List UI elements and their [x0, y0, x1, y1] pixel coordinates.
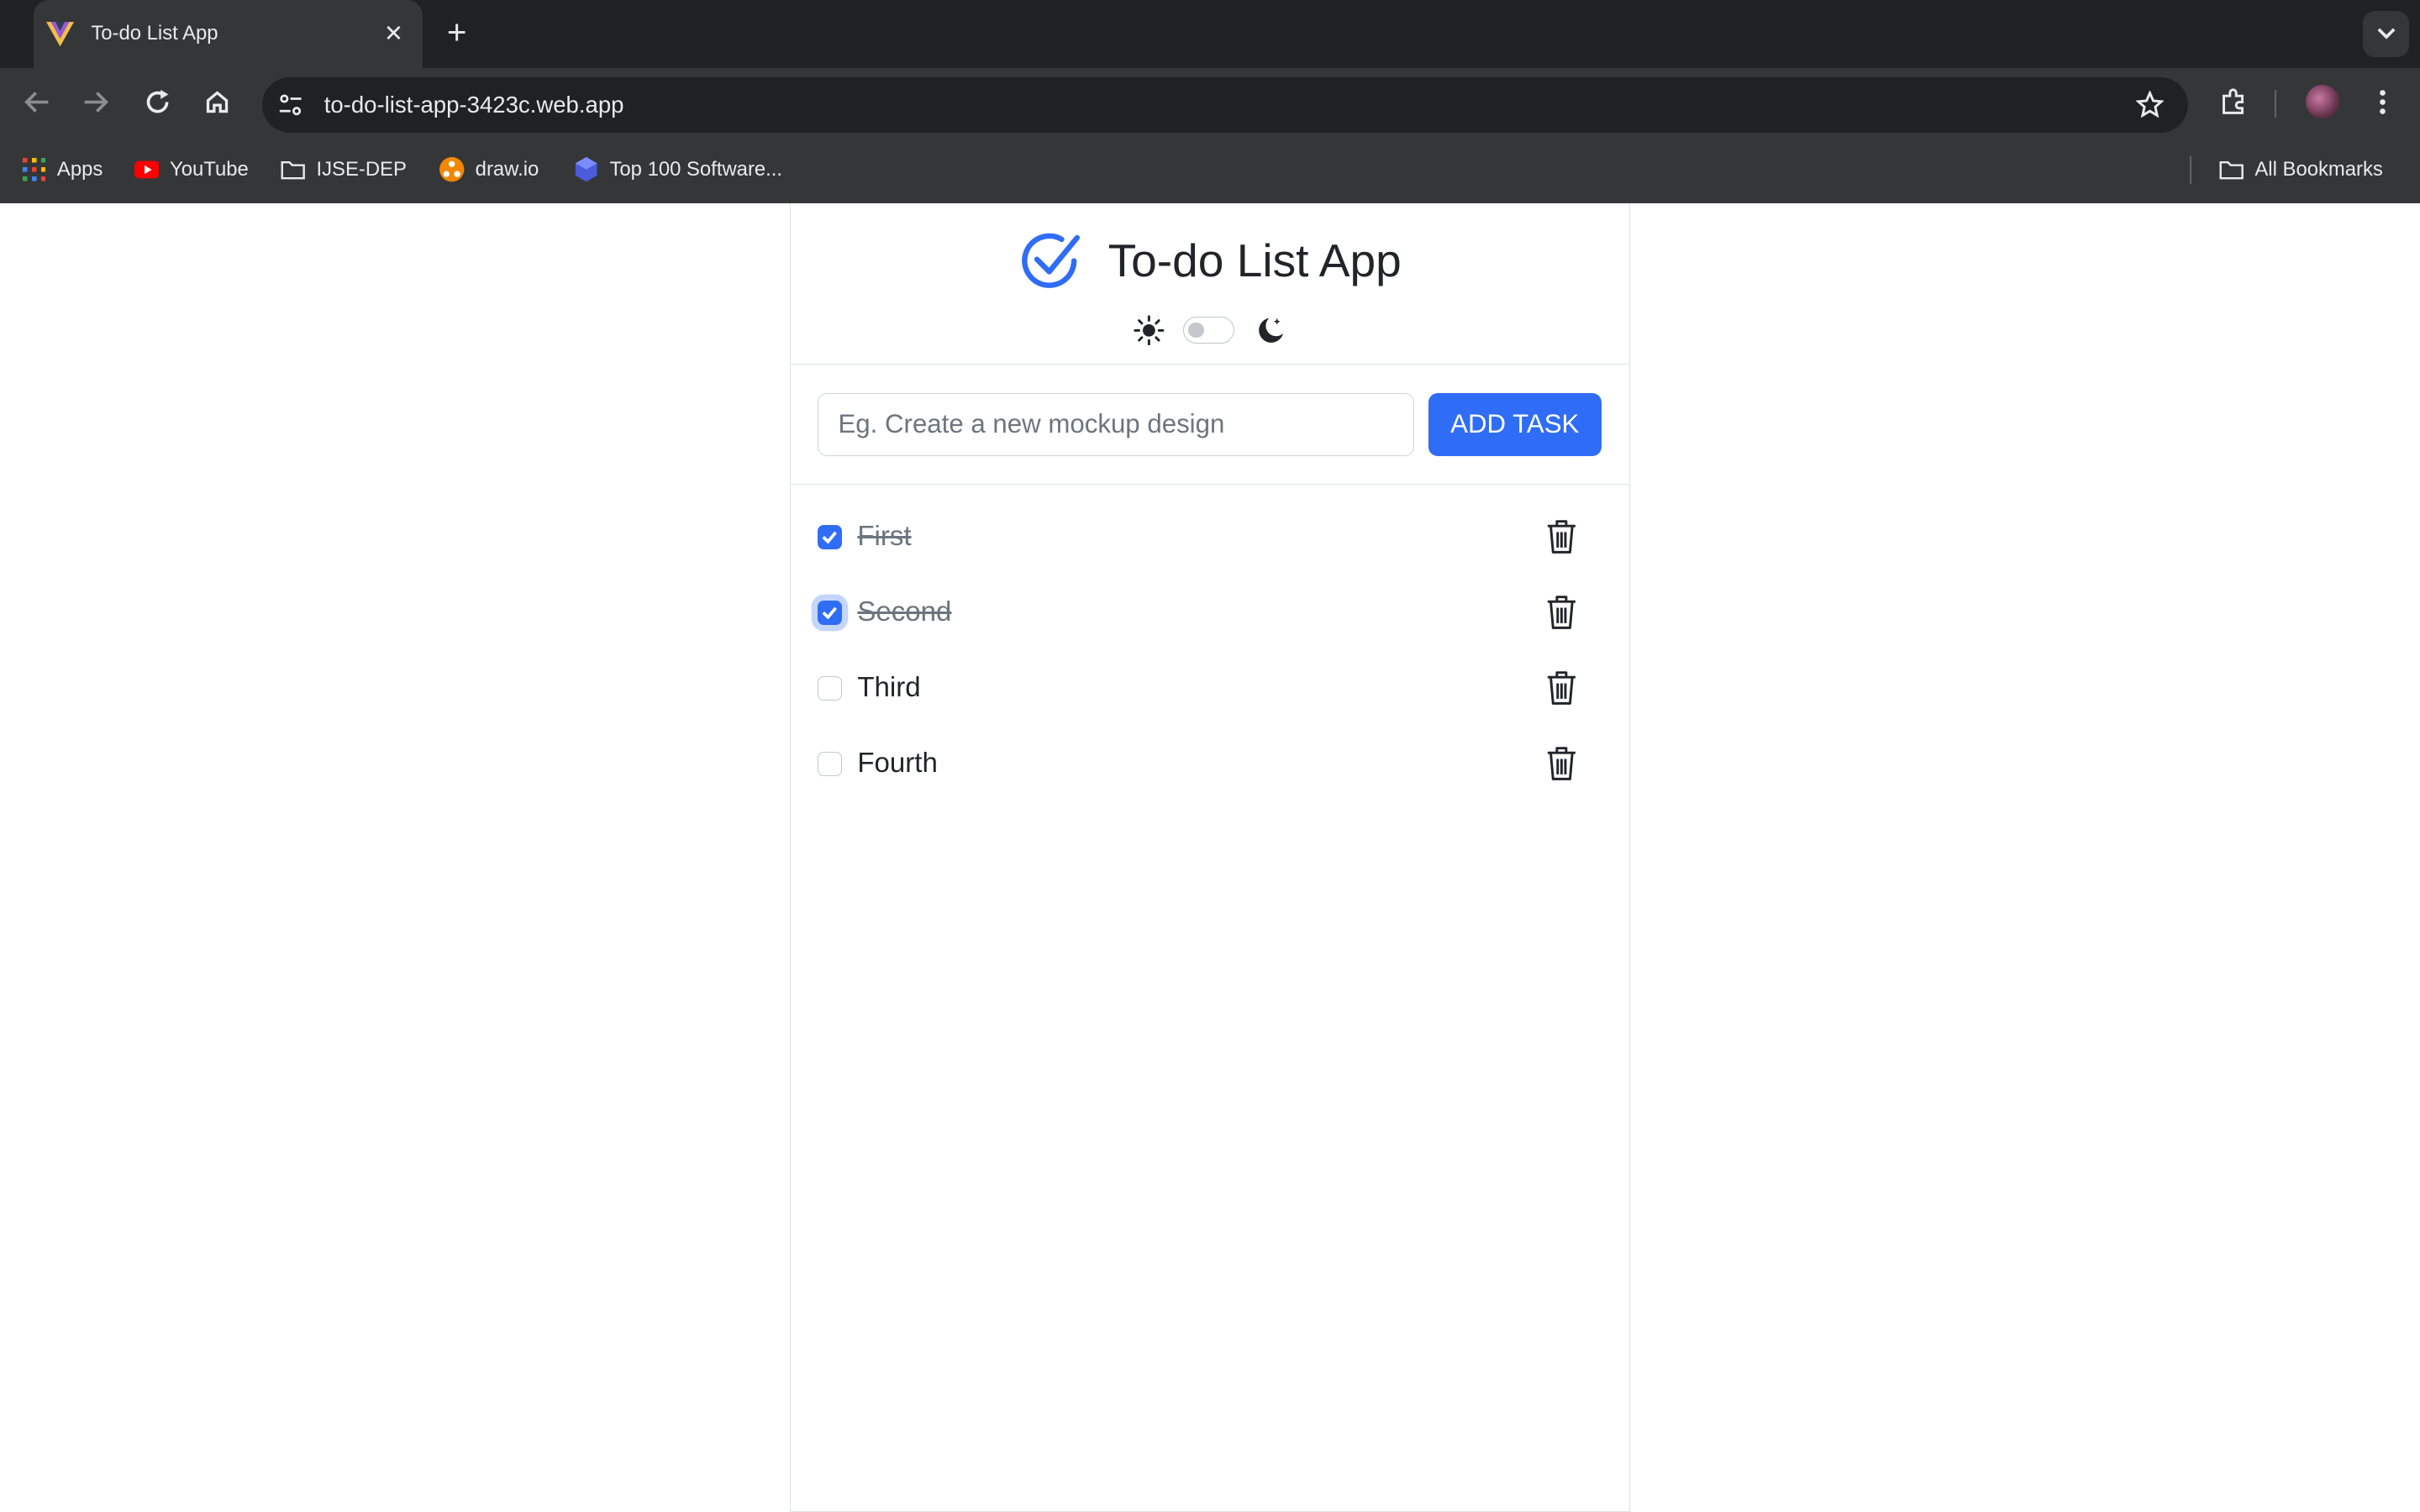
bookmark-label: YouTube [170, 158, 249, 181]
checkmark-icon [822, 531, 838, 543]
sun-icon [1134, 315, 1165, 346]
drawio-icon [439, 157, 465, 182]
browser-chrome: To-do List App ✕ + to-do-list-app-3423c.… [0, 0, 2420, 204]
bookmark-ijse-dep[interactable]: IJSE-DEP [281, 155, 407, 186]
add-task-form: ADD TASK [791, 365, 1629, 485]
bookmark-label: Top 100 Software... [609, 158, 783, 181]
apps-grid-icon [22, 157, 46, 181]
cube-icon [574, 157, 598, 182]
folder-icon [2219, 157, 2244, 181]
dark-mode-toggle[interactable] [1182, 317, 1234, 344]
task-label: Third [857, 672, 921, 704]
task-label: Second [857, 596, 952, 628]
theme-toggle-row [791, 315, 1628, 346]
url-text: to-do-list-app-3423c.web.app [324, 91, 624, 118]
back-icon[interactable] [18, 83, 55, 120]
add-task-button[interactable]: ADD TASK [1428, 392, 1602, 456]
bookmark-label: Apps [56, 158, 103, 181]
task-checkbox[interactable] [817, 600, 842, 625]
todo-card: To-do List App Eg. Create a new mockup d… [790, 203, 1630, 1512]
trash-icon[interactable] [1544, 592, 1578, 633]
avatar [2306, 85, 2340, 119]
bookmarks-bar: Apps YouTube IJSE-DEP draw.io Top 100 So… [0, 135, 2420, 204]
home-icon[interactable] [199, 83, 236, 120]
new-tab-icon[interactable]: + [439, 15, 476, 52]
bookmark-label: draw.io [475, 158, 539, 181]
brand: To-do List App [791, 228, 1628, 293]
bookmark-apps[interactable]: Apps [22, 155, 103, 186]
site-info-icon[interactable] [273, 88, 307, 122]
page-content: To-do List App Eg. Create a new mockup d… [0, 203, 2420, 1512]
tab-search-button[interactable] [2363, 10, 2410, 57]
youtube-icon [134, 157, 160, 181]
task-item: First [817, 514, 1605, 560]
app-header: To-do List App [791, 203, 1629, 365]
bookmark-drawio[interactable]: draw.io [439, 155, 539, 186]
toolbar-divider [2275, 89, 2277, 118]
bookmarks-divider [2190, 155, 2192, 184]
checkmark-icon [822, 606, 838, 619]
task-item: Second [817, 590, 1605, 636]
task-input[interactable] [817, 392, 1415, 456]
vue-logo-icon [46, 20, 75, 48]
task-checkbox[interactable] [817, 675, 842, 701]
moon-stars-icon [1259, 318, 1284, 343]
task-checkbox[interactable] [817, 751, 842, 776]
profile-avatar[interactable] [2304, 83, 2341, 120]
menu-kebab-icon[interactable] [2365, 83, 2402, 120]
browser-toolbar: to-do-list-app-3423c.web.app [0, 67, 2420, 136]
check-circle-logo-icon [1022, 233, 1081, 288]
extensions-icon[interactable] [2215, 83, 2252, 120]
task-label: Fourth [857, 748, 938, 780]
trash-icon[interactable] [1544, 668, 1578, 708]
folder-icon [281, 157, 306, 181]
bookmark-label: IJSE-DEP [316, 158, 407, 181]
reload-icon[interactable] [139, 83, 176, 120]
bookmark-star-icon[interactable] [2133, 88, 2166, 122]
close-tab-icon[interactable]: ✕ [380, 20, 408, 48]
browser-tab[interactable]: To-do List App ✕ [34, 0, 424, 68]
bookmark-top100[interactable]: Top 100 Software... [574, 155, 782, 186]
tab-strip: To-do List App ✕ + [0, 0, 2420, 68]
bookmark-label: All Bookmarks [2254, 158, 2383, 181]
chevron-down-icon [2377, 28, 2396, 39]
forward-icon[interactable] [77, 83, 114, 120]
tab-title: To-do List App [91, 22, 218, 45]
task-checkbox[interactable] [817, 524, 842, 549]
address-bar[interactable]: to-do-list-app-3423c.web.app [262, 76, 2189, 133]
trash-icon[interactable] [1544, 517, 1578, 557]
page-title: To-do List App [1107, 234, 1402, 287]
task-item: Third [817, 665, 1605, 711]
bookmark-all[interactable]: All Bookmarks [2219, 155, 2383, 186]
bookmark-youtube[interactable]: YouTube [134, 155, 249, 186]
task-label: First [857, 521, 912, 553]
task-item: Fourth [817, 741, 1605, 787]
trash-icon[interactable] [1544, 743, 1578, 784]
